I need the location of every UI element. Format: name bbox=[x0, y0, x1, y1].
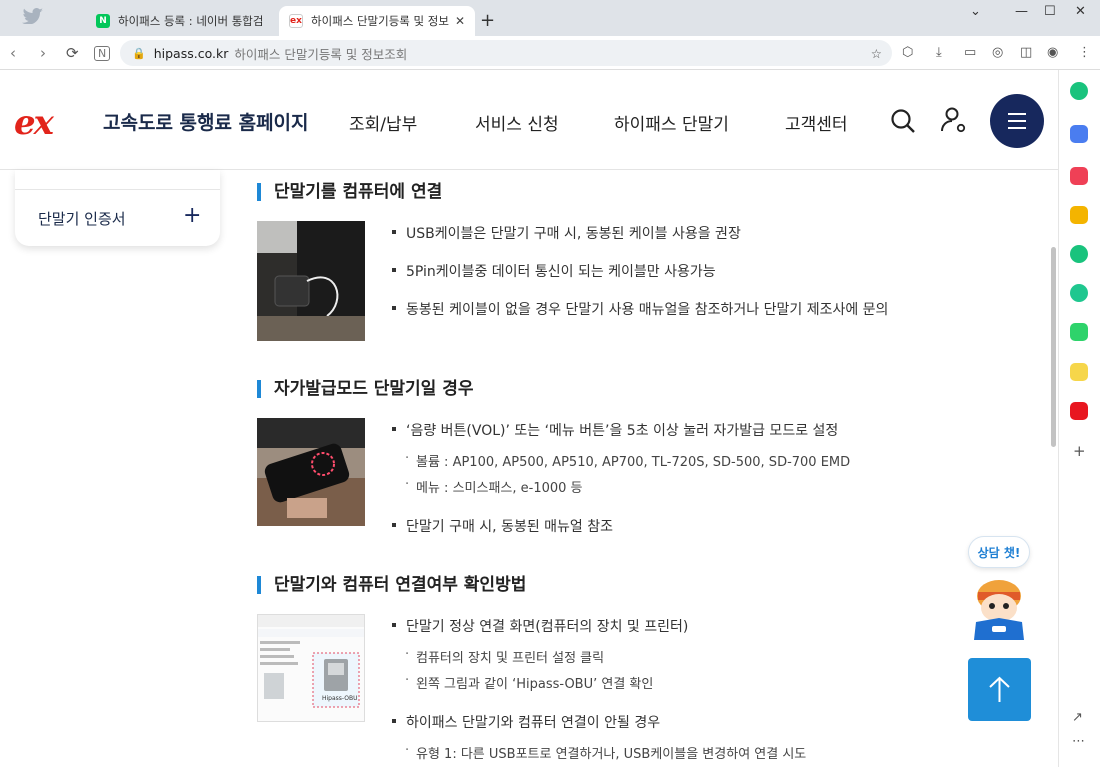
sidebar-now-icon[interactable] bbox=[1070, 402, 1088, 420]
extensions-icon[interactable]: ⬡ bbox=[902, 45, 913, 60]
site-header: ex 고속도로 통행료 홈페이지 조회/납부 서비스 신청 하이패스 단말기 고… bbox=[0, 70, 1058, 170]
naver-favicon-icon: N bbox=[96, 14, 110, 28]
sidebar-pocket-icon[interactable] bbox=[1070, 167, 1088, 185]
terminal-button-photo bbox=[257, 418, 365, 526]
expand-plus-icon[interactable]: + bbox=[183, 203, 201, 228]
sub-item: 컴퓨터의 장치 및 프린터 설정 클릭 bbox=[405, 647, 604, 666]
sidebar-more-icon[interactable]: ⋯ bbox=[1072, 734, 1085, 749]
menu-item-terminal-certificate[interactable]: 단말기 인증서 bbox=[38, 208, 126, 229]
sub-text: 컴퓨터의 장치 및 프린터 설정 클릭 bbox=[416, 651, 605, 666]
bullet-text: 단말기 정상 연결 화면(컴퓨터의 장치 및 프린터) bbox=[406, 619, 689, 635]
sub-item: 유형 1: 다른 USB포트로 연결하거나, USB케이블을 변경하여 연결 시… bbox=[405, 743, 806, 762]
section-title-self-issue: 자가발급모드 단말기일 경우 bbox=[257, 380, 474, 398]
lock-icon: 🔒 bbox=[132, 46, 146, 60]
tab-search-icon[interactable]: ⌄ bbox=[970, 4, 981, 19]
sub-item: 왼쪽 그림과 같이 ‘Hipass-OBU’ 연결 확인 bbox=[405, 673, 653, 692]
twitter-icon bbox=[22, 8, 44, 25]
sub-item: 메뉴 : 스미스패스, e-1000 등 bbox=[405, 477, 583, 496]
nav-customer-center[interactable]: 고객센터 bbox=[785, 110, 848, 135]
bookmark-star-icon[interactable]: ☆ bbox=[871, 46, 882, 61]
arrow-up-icon bbox=[989, 676, 1010, 702]
sub-text: 볼륨 : AP100, AP500, AP510, AP700, TL-720S… bbox=[416, 455, 851, 470]
hamburger-menu-button[interactable] bbox=[990, 94, 1044, 148]
tab-naver-search[interactable]: N 하이패스 등록 : 네이버 통합검색 bbox=[86, 6, 274, 36]
left-side-menu: 단말기 인증서 + bbox=[15, 170, 220, 246]
bullet-text: USB케이블은 단말기 구매 시, 동봉된 케이블 사용을 권장 bbox=[406, 226, 741, 242]
bullet-text: 동봉된 케이블이 없을 경우 단말기 사용 매뉴얼을 참조하거나 단말기 제조사… bbox=[406, 302, 889, 318]
capture-icon[interactable]: ◎ bbox=[992, 45, 1003, 60]
address-page-title: 하이패스 단말기등록 및 정보조회 bbox=[234, 46, 408, 62]
bullet-item: 5Pin케이블중 데이터 통신이 되는 케이블만 사용가능 bbox=[392, 261, 716, 281]
device-printer-screenshot: Hipass-OBU bbox=[257, 614, 365, 722]
nav-inquiry-payment[interactable]: 조회/납부 bbox=[349, 110, 417, 135]
close-window-icon[interactable]: ✕ bbox=[1075, 4, 1086, 19]
sidebar-star-icon[interactable] bbox=[1070, 206, 1088, 224]
sidebar-green-app-icon[interactable] bbox=[1070, 82, 1088, 100]
scroll-to-top-button[interactable] bbox=[968, 658, 1031, 721]
more-menu-icon[interactable]: ⋮ bbox=[1078, 45, 1091, 60]
notion-icon[interactable]: N bbox=[94, 46, 111, 61]
download-icon[interactable]: ⤓ bbox=[936, 45, 942, 60]
browser-toolbar: ‹ › ⟳ N 🔒 hipass.co.kr 하이패스 단말기등록 및 정보조회… bbox=[0, 36, 1100, 70]
sidebar-papago-icon[interactable] bbox=[1070, 245, 1088, 263]
ex-logo[interactable]: ex bbox=[14, 103, 54, 143]
section-title-check-connection: 단말기와 컴퓨터 연결여부 확인방법 bbox=[257, 576, 526, 594]
login-user-icon[interactable] bbox=[940, 106, 968, 138]
reload-icon[interactable]: ⟳ bbox=[66, 44, 79, 62]
bullet-text: ‘음량 버튼(VOL)’ 또는 ‘메뉴 버튼’을 5초 이상 눌러 자가발급 모… bbox=[406, 423, 839, 439]
address-host: hipass.co.kr bbox=[153, 45, 229, 61]
search-icon[interactable] bbox=[890, 108, 916, 138]
bullet-item: 단말기 구매 시, 동봉된 매뉴얼 참조 bbox=[392, 516, 613, 536]
sidebar-play-icon[interactable] bbox=[1070, 284, 1088, 302]
bullet-text: 5Pin케이블중 데이터 통신이 되는 케이블만 사용가능 bbox=[406, 264, 716, 280]
nav-service-apply[interactable]: 서비스 신청 bbox=[475, 110, 559, 135]
profile-icon[interactable]: ◉ bbox=[1047, 45, 1058, 60]
browser-sidebar: + ↗ ⋯ bbox=[1058, 70, 1100, 767]
close-tab-icon[interactable]: ✕ bbox=[455, 14, 465, 28]
bullet-item: 동봉된 케이블이 없을 경우 단말기 사용 매뉴얼을 참조하거나 단말기 제조사… bbox=[392, 299, 888, 319]
sidebar-external-icon[interactable]: ↗ bbox=[1072, 710, 1083, 725]
bullet-text: 하이패스 단말기와 컴퓨터 연결이 안될 경우 bbox=[406, 715, 661, 731]
split-view-icon[interactable]: ◫ bbox=[1020, 45, 1032, 60]
sub-text: 왼쪽 그림과 같이 ‘Hipass-OBU’ 연결 확인 bbox=[416, 677, 654, 692]
sidebar-calendar-icon[interactable] bbox=[1070, 125, 1088, 143]
sub-text: 메뉴 : 스미스패스, e-1000 등 bbox=[416, 481, 583, 496]
forward-icon[interactable]: › bbox=[40, 44, 46, 62]
minimize-icon[interactable]: — bbox=[1015, 4, 1028, 19]
browser-tab-strip: N 하이패스 등록 : 네이버 통합검색 ex 하이패스 단말기등록 및 정보조… bbox=[0, 0, 1100, 36]
nav-hipass-terminal[interactable]: 하이패스 단말기 bbox=[614, 110, 729, 135]
chatbot-bubble[interactable]: 상담 챗! bbox=[968, 536, 1030, 568]
thumb-caption: Hipass-OBU bbox=[322, 695, 358, 702]
tab-title: 하이패스 단말기등록 및 정보조회 bbox=[311, 14, 449, 28]
tab-hipass[interactable]: ex 하이패스 단말기등록 및 정보조회 ✕ bbox=[279, 6, 475, 36]
new-tab-icon[interactable]: + bbox=[480, 10, 495, 31]
section-title-connect: 단말기를 컴퓨터에 연결 bbox=[257, 183, 442, 201]
sidebar-memo-icon[interactable] bbox=[1070, 363, 1088, 381]
sub-text: 유형 1: 다른 USB포트로 연결하거나, USB케이블을 변경하여 연결 시… bbox=[416, 747, 807, 762]
sidebar-add-icon[interactable]: + bbox=[1073, 442, 1086, 460]
bullet-item: USB케이블은 단말기 구매 시, 동봉된 케이블 사용을 권장 bbox=[392, 223, 741, 243]
video-icon[interactable]: ▭ bbox=[964, 45, 976, 60]
bullet-text: 단말기 구매 시, 동봉된 매뉴얼 참조 bbox=[406, 519, 614, 535]
menu-divider bbox=[15, 189, 220, 190]
back-icon[interactable]: ‹ bbox=[10, 44, 16, 62]
sidebar-webtoon-icon[interactable] bbox=[1070, 323, 1088, 341]
address-bar[interactable]: 🔒 hipass.co.kr 하이패스 단말기등록 및 정보조회 ☆ bbox=[120, 40, 892, 66]
tab-title: 하이패스 등록 : 네이버 통합검색 bbox=[118, 14, 264, 28]
bullet-item: 하이패스 단말기와 컴퓨터 연결이 안될 경우 bbox=[392, 712, 660, 732]
bullet-item: ‘음량 버튼(VOL)’ 또는 ‘메뉴 버튼’을 5초 이상 눌러 자가발급 모… bbox=[392, 420, 838, 440]
ex-favicon-icon: ex bbox=[289, 14, 303, 28]
sub-item: 볼륨 : AP100, AP500, AP510, AP700, TL-720S… bbox=[405, 451, 850, 470]
site-logo-text[interactable]: 고속도로 통행료 홈페이지 bbox=[103, 108, 309, 135]
maximize-icon[interactable]: ☐ bbox=[1044, 4, 1056, 19]
usb-cable-photo bbox=[257, 221, 365, 341]
bullet-item: 단말기 정상 연결 화면(컴퓨터의 장치 및 프린터) bbox=[392, 616, 688, 636]
page-scrollbar[interactable] bbox=[1051, 247, 1056, 447]
chatbot-mascot-icon[interactable] bbox=[966, 574, 1032, 646]
